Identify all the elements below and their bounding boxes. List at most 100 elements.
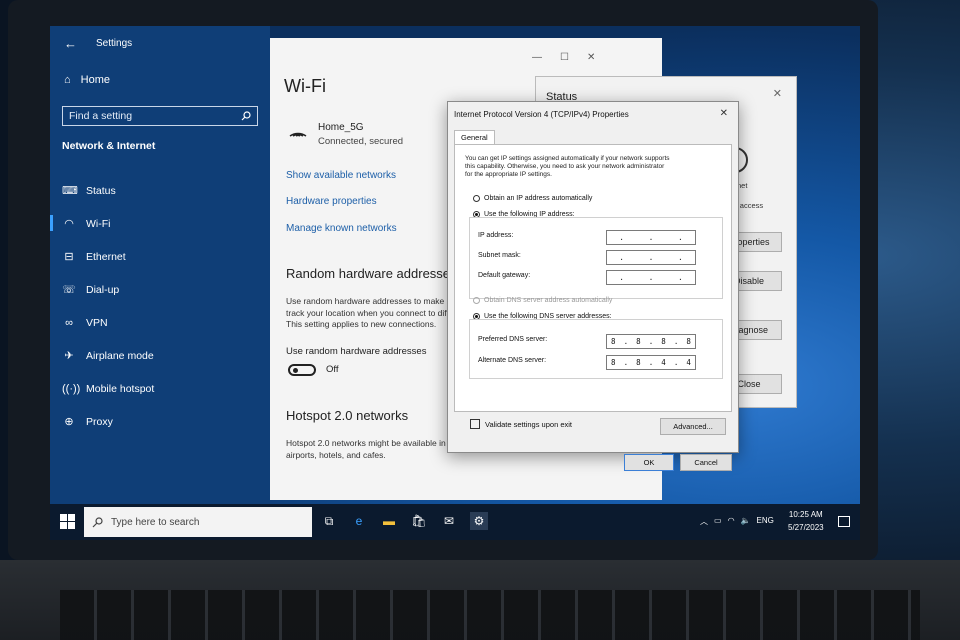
taskbar: Type here to search ⧉ e ▬ 🛍 ✉ ⚙ ︿ ▭ ◠ 🔈 …	[50, 504, 860, 540]
network-status: Connected, secured	[318, 136, 404, 147]
window-controls: — ☐ ✕	[532, 52, 595, 63]
notification-icon[interactable]	[838, 516, 850, 527]
cancel-button[interactable]: Cancel	[680, 454, 732, 471]
taskbar-search-placeholder: Type here to search	[111, 516, 200, 528]
intro-line: You can get IP settings assigned automat…	[465, 155, 670, 162]
search-placeholder: Find a setting	[69, 110, 133, 122]
preferred-dns-label: Preferred DNS server:	[478, 336, 548, 343]
nav-label: Proxy	[86, 415, 113, 428]
close-icon[interactable]: ✕	[773, 87, 782, 100]
alternate-dns-input[interactable]: 8. 8. 4. 4	[606, 355, 696, 370]
store-icon[interactable]: 🛍	[410, 512, 428, 530]
status-icon: ⌨	[62, 185, 78, 197]
preferred-dns-input[interactable]: 8. 8. 8. 8	[606, 334, 696, 349]
windows-start-icon[interactable]	[60, 514, 76, 530]
subnet-mask-input[interactable]: ...	[606, 250, 696, 265]
taskbar-apps: ⧉ e ▬ 🛍 ✉ ⚙	[320, 512, 488, 530]
ip-address-input[interactable]: ...	[606, 230, 696, 245]
ok-button[interactable]: OK	[624, 454, 674, 471]
hotspot-desc-line: airports, hotels, and cafes.	[286, 449, 386, 460]
back-arrow-icon[interactable]: ←	[64, 36, 77, 51]
edge-browser-icon[interactable]: e	[350, 512, 368, 530]
nav-label: VPN	[86, 316, 108, 329]
nav-item-proxy[interactable]: ⊕ Proxy	[50, 405, 270, 438]
current-network[interactable]: Home_5G Connected, secured	[288, 122, 403, 147]
settings-gear-icon[interactable]: ⚙	[470, 512, 488, 530]
ethernet-icon: ⊟	[64, 251, 74, 263]
battery-icon[interactable]: ▭	[714, 516, 722, 527]
chevron-up-icon[interactable]: ︿	[700, 516, 708, 527]
close-icon[interactable]: ✕	[587, 52, 595, 63]
intro-line: for the appropriate IP settings.	[465, 171, 552, 178]
nav-item-vpn[interactable]: ∞ VPN	[50, 306, 270, 339]
octet: 8	[611, 337, 616, 346]
ipv4-properties-dialog: Internet Protocol Version 4 (TCP/IPv4) P…	[447, 101, 739, 471]
nav-item-airplane[interactable]: ✈ Airplane mode	[50, 339, 270, 372]
gateway-label: Default gateway:	[478, 272, 531, 279]
system-tray: ︿ ▭ ◠ 🔈 ENG	[700, 516, 774, 527]
radio-label: Obtain DNS server address automatically	[484, 297, 613, 304]
wifi-tray-icon[interactable]: ◠	[728, 516, 735, 527]
home-label: Home	[80, 74, 110, 86]
wifi-icon: ◠	[64, 218, 74, 230]
home-nav-item[interactable]: ⌂ Home	[64, 74, 110, 86]
settings-sidebar: ← Settings ⌂ Home Find a setting Network…	[50, 26, 270, 504]
search-icon	[92, 516, 103, 527]
default-gateway-input[interactable]: ...	[606, 270, 696, 285]
intro-line: this capability. Otherwise, you need to …	[465, 163, 665, 170]
dns-group: Preferred DNS server: 8. 8. 8. 8 Alterna…	[469, 319, 723, 379]
tab-general[interactable]: General	[454, 130, 495, 144]
taskbar-search-input[interactable]: Type here to search	[84, 507, 312, 537]
dialog-title: Internet Protocol Version 4 (TCP/IPv4) P…	[454, 110, 629, 119]
advanced-button[interactable]: Advanced...	[660, 418, 726, 435]
alternate-dns-label: Alternate DNS server:	[478, 357, 547, 364]
ip-address-label: IP address:	[478, 232, 514, 239]
close-icon[interactable]: ✕	[720, 108, 728, 119]
language-indicator[interactable]: ENG	[757, 516, 774, 527]
hotspot-heading: Hotspot 2.0 networks	[286, 408, 409, 423]
clock[interactable]: 10:25 AM 5/27/2023	[788, 508, 824, 534]
maximize-icon[interactable]: ☐	[560, 52, 569, 63]
checkbox-box	[470, 419, 480, 429]
task-view-icon[interactable]: ⧉	[320, 512, 338, 530]
hotspot-desc-line: Hotspot 2.0 networks might be available …	[286, 438, 453, 448]
radio-label: Obtain an IP address automatically	[484, 195, 593, 202]
dialup-icon: ☏	[62, 284, 76, 296]
octet: 8	[661, 337, 666, 346]
octet: 8	[636, 337, 641, 346]
octet: 4	[661, 358, 666, 367]
random-hw-heading: Random hardware addresses	[286, 266, 457, 281]
nav-item-status[interactable]: ⌨ Status	[50, 174, 270, 207]
screen: ← Settings ⌂ Home Find a setting Network…	[50, 26, 860, 540]
nav-label: Airplane mode	[86, 349, 154, 362]
search-icon	[241, 111, 251, 121]
nav-item-hotspot[interactable]: ((·)) Mobile hotspot	[50, 372, 270, 405]
mail-icon[interactable]: ✉	[440, 512, 458, 530]
nav-item-wifi[interactable]: ◠ Wi-Fi	[50, 207, 270, 240]
nav-label: Ethernet	[86, 250, 126, 263]
page-title: Wi-Fi	[284, 76, 326, 96]
nav-item-ethernet[interactable]: ⊟ Ethernet	[50, 240, 270, 273]
minimize-icon[interactable]: —	[532, 52, 542, 63]
file-explorer-icon[interactable]: ▬	[380, 512, 398, 530]
nav-item-dialup[interactable]: ☏ Dial-up	[50, 273, 270, 306]
settings-window-title: Settings	[96, 38, 133, 49]
dialog-intro: You can get IP settings assigned automat…	[465, 155, 703, 179]
ip-group: IP address: ... Subnet mask: ... Default…	[469, 217, 723, 299]
hotspot-desc: Hotspot 2.0 networks might be available …	[286, 438, 466, 461]
radio-auto-ip[interactable]: Obtain an IP address automatically	[473, 195, 592, 202]
settings-search-input[interactable]: Find a setting	[62, 106, 258, 126]
clock-time: 10:25 AM	[788, 510, 823, 519]
radio-circle	[473, 297, 480, 304]
radio-auto-dns[interactable]: Obtain DNS server address automatically	[473, 297, 612, 304]
show-networks-link[interactable]: Show available networks	[286, 170, 396, 181]
manage-networks-link[interactable]: Manage known networks	[286, 223, 397, 234]
octet: 8	[611, 358, 616, 367]
random-hw-toggle[interactable]	[288, 364, 316, 376]
wifi-signal-icon	[289, 132, 307, 137]
random-hw-desc-line: track your location when you connect to …	[286, 307, 457, 318]
validate-checkbox[interactable]: Validate settings upon exit	[470, 419, 572, 429]
hardware-properties-link[interactable]: Hardware properties	[286, 196, 377, 207]
octet: 8	[686, 337, 691, 346]
volume-icon[interactable]: 🔈	[741, 516, 751, 527]
